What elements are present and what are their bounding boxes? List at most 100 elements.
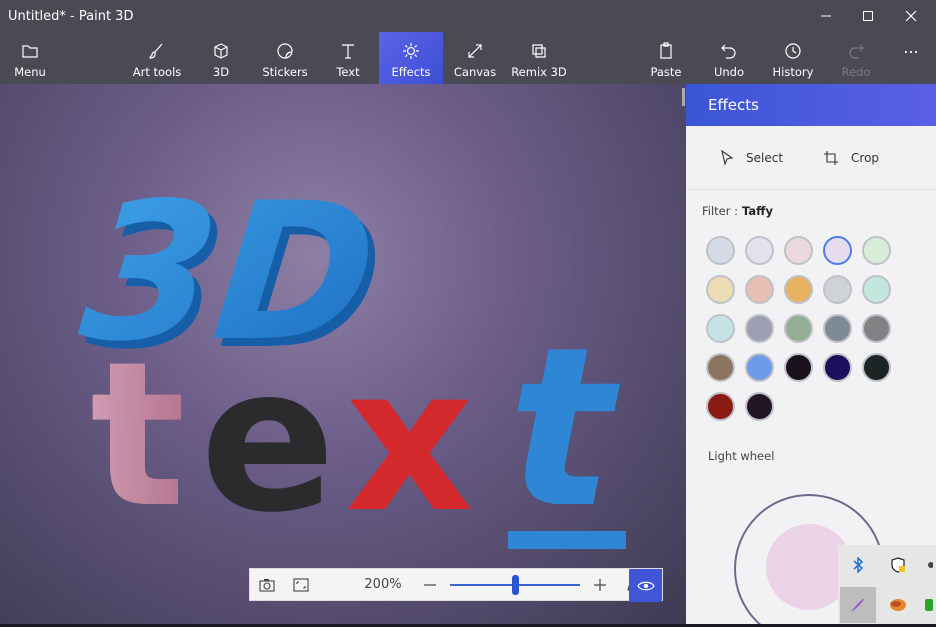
filter-swatch[interactable] [823,314,852,343]
filter-swatch[interactable] [706,236,735,265]
text-label: Text [336,65,360,79]
camera-icon [259,578,275,592]
menu-label: Menu [14,65,46,79]
stickers-label: Stickers [262,65,308,79]
more-button[interactable]: ... [896,32,926,84]
filter-swatch[interactable] [784,275,813,304]
history-button[interactable]: History [770,32,816,84]
light-wheel-label: Light wheel [708,449,775,463]
filter-swatch[interactable] [784,236,813,265]
filter-swatch[interactable] [745,314,774,343]
filter-swatch[interactable] [784,314,813,343]
filter-swatch[interactable] [862,236,891,265]
cursor-icon [721,149,734,166]
maximize-button[interactable] [845,0,891,32]
filter-swatch[interactable] [706,275,735,304]
filter-row: Filter : Taffy [702,204,773,218]
filter-swatch[interactable] [706,314,735,343]
remix-icon [532,44,546,58]
select-label: Select [746,150,784,165]
fit-to-screen-button[interactable] [284,568,318,601]
filter-swatch[interactable] [862,314,891,343]
resize-icon [468,44,482,58]
filter-swatch[interactable] [784,353,813,382]
letter-t-pink: t [90,319,186,552]
folder-icon [22,45,38,58]
paintbrush-icon [851,598,865,612]
redo-icon [849,44,864,59]
bluetooth-icon [853,557,864,573]
minimize-icon [821,15,831,17]
canvas-label: Canvas [453,65,497,79]
letter-x-red: x [345,324,474,557]
crop-icon [824,150,839,165]
app-colorful-icon [890,599,906,611]
filter-label: Filter : [702,204,739,218]
select-button[interactable]: Select [720,149,784,166]
panel-header: Effects [686,84,936,126]
app-icon [928,562,933,568]
minimize-button[interactable] [803,0,849,32]
filter-swatch[interactable] [745,392,774,421]
filter-swatch[interactable] [745,236,774,265]
brush-icon [149,43,163,59]
filter-swatch[interactable] [745,353,774,382]
filter-swatch[interactable] [862,353,891,382]
text-icon [342,44,354,59]
filter-swatch[interactable] [823,275,852,304]
zoom-slider[interactable] [450,574,580,595]
maximize-icon [863,11,873,21]
tray-security[interactable] [880,547,916,583]
screenshot-button[interactable] [250,568,284,601]
clipboard-icon [660,42,672,59]
filter-swatch[interactable] [706,353,735,382]
filter-swatch[interactable] [745,275,774,304]
filter-swatch[interactable] [862,275,891,304]
art-tools-button[interactable]: Art tools [128,32,186,84]
undo-icon [721,44,736,59]
eye-icon [636,581,655,590]
title-bar: Untitled* - Paint 3D [0,0,936,32]
art-tools-label: Art tools [132,65,182,79]
canvas-scrollbar[interactable] [682,88,685,106]
filter-value: Taffy [742,204,773,218]
paste-button[interactable]: Paste [646,32,686,84]
undo-button[interactable]: Undo [710,32,748,84]
history-label: History [772,65,814,79]
effects-button[interactable]: Effects [379,32,443,84]
3d-button[interactable]: 3D [200,32,242,84]
stickers-button[interactable]: Stickers [257,32,313,84]
redo-button[interactable]: Redo [836,32,876,84]
zoom-out-button[interactable] [418,568,442,601]
drawing-canvas[interactable]: 3D 3D t e x t [0,84,686,627]
paste-label: Paste [650,65,682,79]
3d-label: 3D [212,65,230,79]
history-icon [785,43,801,59]
filter-swatch[interactable] [706,392,735,421]
main-toolbar: Menu Art tools 3D Stickers Text Effects … [0,32,936,84]
sun-icon [403,43,419,59]
window-title: Untitled* - Paint 3D [8,8,134,24]
canvas-button[interactable]: Canvas [452,32,498,84]
filter-swatch[interactable] [823,236,852,265]
effects-label: Effects [391,65,431,79]
view-mode-button[interactable] [629,569,662,602]
tray-paint-3d[interactable] [840,587,876,623]
canvas-artwork: 3D 3D t e x t [73,161,626,557]
text-button[interactable]: Text [326,32,370,84]
menu-button[interactable]: Menu [6,32,54,84]
filter-swatch[interactable] [823,353,852,382]
zoom-slider-thumb[interactable] [512,574,519,595]
zoom-in-button[interactable] [588,568,612,601]
tray-extra[interactable] [920,547,936,583]
underline-bar [508,531,626,549]
tray-bluetooth[interactable] [840,547,876,583]
zoom-bar: 200% [249,568,663,602]
remix-3d-button[interactable]: Remix 3D [510,32,568,84]
close-button[interactable] [888,0,934,32]
crop-button[interactable]: Crop [823,150,879,166]
sticker-icon [277,43,293,59]
tray-app-green[interactable] [920,587,936,623]
close-icon [905,10,917,22]
tray-app[interactable] [880,587,916,623]
